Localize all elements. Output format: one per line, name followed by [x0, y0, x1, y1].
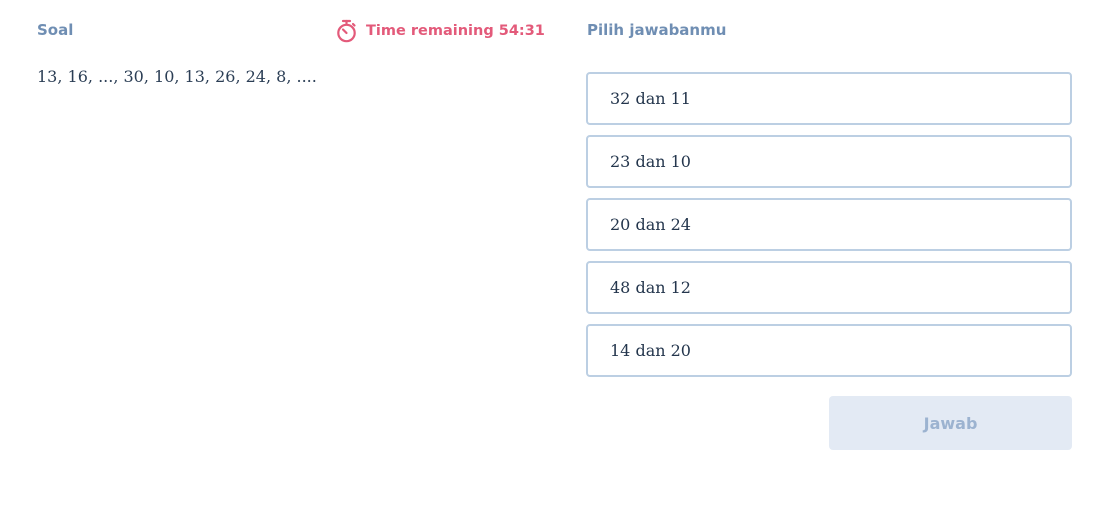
answer-option[interactable]: 23 dan 10 [586, 135, 1072, 188]
question-heading: Soal [37, 21, 74, 39]
answer-options: 32 dan 11 23 dan 10 20 dan 24 48 dan 12 … [586, 72, 1072, 377]
quiz-page: Soal Time remaining 54:31 13, 16, ..., 3… [0, 0, 1097, 513]
answer-heading: Pilih jawabanmu [587, 21, 727, 39]
answer-option[interactable]: 32 dan 11 [586, 72, 1072, 125]
question-text: 13, 16, ..., 30, 10, 13, 26, 24, 8, .... [37, 67, 317, 86]
stopwatch-icon [336, 19, 357, 43]
answer-option[interactable]: 14 dan 20 [586, 324, 1072, 377]
submit-answer-button[interactable]: Jawab [829, 396, 1072, 450]
answer-option-label: 20 dan 24 [610, 215, 691, 234]
answer-option-label: 32 dan 11 [610, 89, 691, 108]
answer-option[interactable]: 20 dan 24 [586, 198, 1072, 251]
answer-option-label: 48 dan 12 [610, 278, 691, 297]
answer-option[interactable]: 48 dan 12 [586, 261, 1072, 314]
answer-option-label: 23 dan 10 [610, 152, 691, 171]
answer-option-label: 14 dan 20 [610, 341, 691, 360]
timer: Time remaining 54:31 [336, 19, 545, 43]
timer-label: Time remaining 54:31 [366, 23, 545, 39]
